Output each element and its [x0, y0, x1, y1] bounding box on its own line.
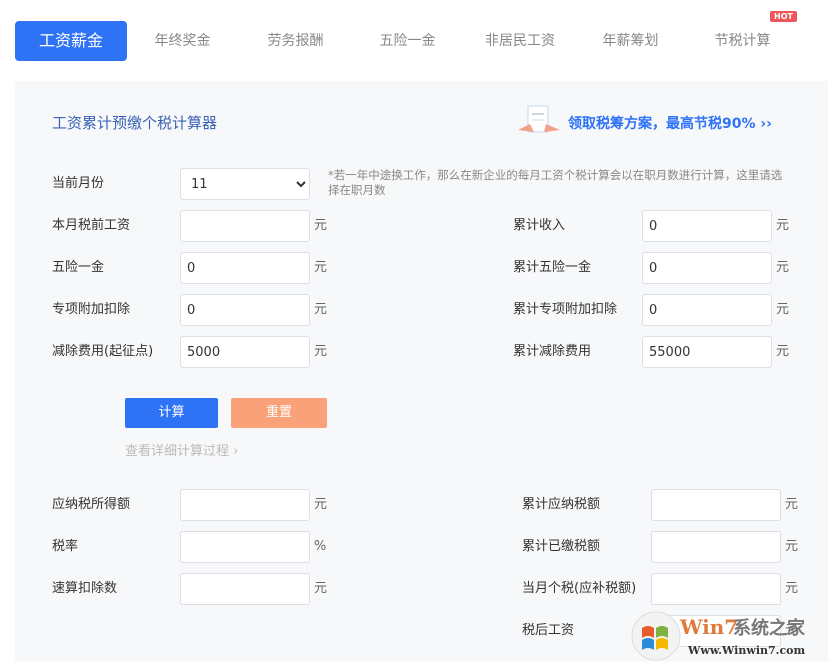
month-select[interactable]: 11: [180, 168, 310, 200]
insurance-label: 五险一金: [52, 252, 104, 284]
document-illustration-icon: [516, 104, 562, 140]
svg-text:Win7: Win7: [679, 615, 738, 639]
chevron-right-icon: ›: [233, 444, 238, 459]
cum-special-deduction-label: 累计专项附加扣除: [513, 294, 617, 326]
tab-nonresident[interactable]: 非居民工资: [475, 21, 565, 61]
insurance-input[interactable]: [180, 252, 310, 284]
detail-link[interactable]: 查看详细计算过程 ›: [125, 440, 238, 459]
hot-badge: HOT: [770, 11, 797, 22]
month-note: *若一年中途换工作，那么在新企业的每月工资个税计算会以在职月数进行计算，这里请选…: [328, 168, 793, 198]
salary-unit: 元: [314, 210, 327, 242]
quick-deduction-input[interactable]: [180, 573, 310, 605]
tab-salary[interactable]: 工资薪金: [15, 21, 127, 61]
special-deduction-label: 专项附加扣除: [52, 294, 130, 326]
svg-text:系统之家: 系统之家: [733, 617, 806, 639]
tax-rate-unit: %: [314, 531, 326, 563]
svg-text:Www.Winwin7.com: Www.Winwin7.com: [687, 644, 806, 657]
salary-label: 本月税前工资: [52, 210, 130, 242]
insurance-unit: 元: [314, 252, 327, 284]
promo-link[interactable]: 领取税筹方案，最高节税90% ››: [568, 113, 772, 133]
taxable-income-label: 应纳税所得额: [52, 489, 130, 521]
cum-deduction-fee-unit: 元: [776, 336, 789, 368]
cum-income-input[interactable]: [642, 210, 772, 242]
special-deduction-unit: 元: [314, 294, 327, 326]
salary-input[interactable]: [180, 210, 310, 242]
cum-special-deduction-unit: 元: [776, 294, 789, 326]
tab-labor[interactable]: 劳务报酬: [253, 21, 338, 61]
cum-tax-payable-label: 累计应纳税额: [522, 489, 600, 521]
quick-deduction-unit: 元: [314, 573, 327, 605]
cum-income-label: 累计收入: [513, 210, 565, 242]
tax-rate-input[interactable]: [180, 531, 310, 563]
cum-tax-payable-unit: 元: [785, 489, 798, 521]
cum-tax-payable-input[interactable]: [651, 489, 781, 521]
deduction-fee-unit: 元: [314, 336, 327, 368]
calculate-button[interactable]: 计算: [125, 398, 218, 428]
taxable-income-unit: 元: [314, 489, 327, 521]
cum-insurance-label: 累计五险一金: [513, 252, 591, 284]
reset-button[interactable]: 重置: [231, 398, 327, 428]
watermark-logo: Win7 系统之家 Www.Winwin7.com: [630, 610, 828, 662]
promo-text: 领取税筹方案，最高节税90%: [568, 116, 756, 132]
cum-deduction-fee-input[interactable]: [642, 336, 772, 368]
detail-link-text: 查看详细计算过程: [125, 444, 229, 459]
quick-deduction-label: 速算扣除数: [52, 573, 117, 605]
cum-tax-paid-label: 累计已缴税额: [522, 531, 600, 563]
cum-insurance-input[interactable]: [642, 252, 772, 284]
after-tax-salary-label: 税后工资: [522, 615, 574, 647]
page-title: 工资累计预缴个税计算器: [52, 112, 217, 133]
monthly-tax-unit: 元: [785, 573, 798, 605]
deduction-fee-input[interactable]: [180, 336, 310, 368]
cum-tax-paid-input[interactable]: [651, 531, 781, 563]
monthly-tax-label: 当月个税(应补税额): [522, 573, 636, 605]
taxable-income-input[interactable]: [180, 489, 310, 521]
cum-insurance-unit: 元: [776, 252, 789, 284]
month-label: 当前月份: [52, 168, 104, 200]
cum-deduction-fee-label: 累计减除费用: [513, 336, 591, 368]
tab-year-bonus[interactable]: 年终奖金: [140, 21, 225, 61]
cum-income-unit: 元: [776, 210, 789, 242]
cum-tax-paid-unit: 元: [785, 531, 798, 563]
double-chevron-icon: ››: [760, 116, 772, 132]
tab-insurance[interactable]: 五险一金: [365, 21, 450, 61]
tax-rate-label: 税率: [52, 531, 78, 563]
tab-tax-saving[interactable]: 节税计算: [700, 21, 785, 61]
tab-annual-plan[interactable]: 年薪筹划: [588, 21, 673, 61]
cum-special-deduction-input[interactable]: [642, 294, 772, 326]
monthly-tax-input[interactable]: [651, 573, 781, 605]
deduction-fee-label: 减除费用(起征点): [52, 336, 153, 368]
special-deduction-input[interactable]: [180, 294, 310, 326]
